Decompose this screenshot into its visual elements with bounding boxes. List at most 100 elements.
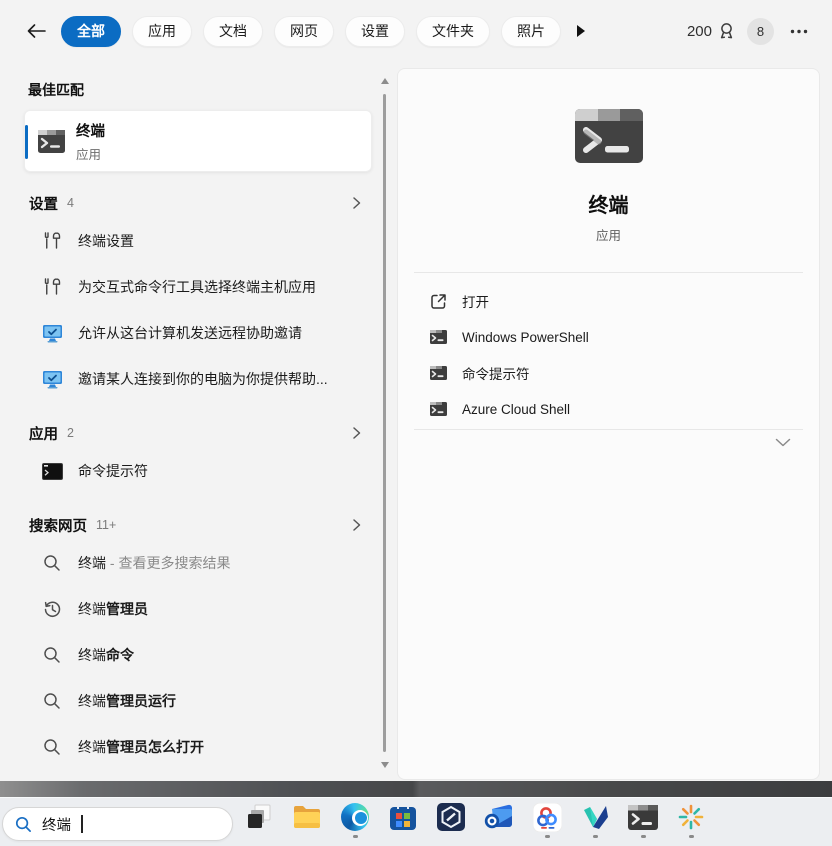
play-triangle-icon bbox=[576, 24, 586, 38]
tab-apps[interactable]: 应用 bbox=[132, 16, 192, 47]
stacked-squares-icon bbox=[244, 802, 274, 832]
text-caret bbox=[81, 815, 83, 833]
search-query-text: 终端 bbox=[42, 814, 71, 835]
result-text: 为交互式命令行工具选择终端主机应用 bbox=[78, 277, 316, 297]
result-remote-assist-allow[interactable]: 允许从这台计算机发送远程协助邀请 bbox=[24, 310, 372, 356]
teal-check-icon bbox=[580, 802, 610, 832]
search-filter-bar: 全部 应用 文档 网页 设置 文件夹 照片 200 8 bbox=[22, 13, 812, 49]
monitor-check-icon bbox=[41, 324, 63, 343]
ellipsis-icon bbox=[790, 29, 808, 34]
taskbar-stacked-squares-app[interactable] bbox=[243, 802, 275, 838]
monitor-check-icon bbox=[41, 370, 63, 389]
section-title: 设置 bbox=[29, 193, 58, 214]
terminal-mini-icon bbox=[429, 402, 447, 416]
section-count: 11+ bbox=[96, 518, 116, 532]
best-match-text: 终端 应用 bbox=[76, 120, 105, 163]
preview-panel: 终端 应用 打开 Windows PowerShell 命令提示符 Azure … bbox=[397, 68, 820, 780]
more-options-button[interactable] bbox=[786, 25, 812, 38]
web-suggestion-command[interactable]: 终端命令 bbox=[24, 632, 372, 678]
running-indicator bbox=[689, 835, 694, 838]
taskbar-windows-terminal[interactable] bbox=[627, 802, 659, 838]
action-azure-cloud-shell[interactable]: Azure Cloud Shell bbox=[414, 391, 803, 427]
result-command-prompt[interactable]: 命令提示符 bbox=[24, 448, 372, 494]
taskbar-hexagon-app[interactable] bbox=[435, 802, 467, 838]
tab-settings[interactable]: 设置 bbox=[345, 16, 405, 47]
scrollbar-thumb[interactable] bbox=[383, 94, 386, 752]
cmd-icon bbox=[41, 463, 63, 480]
best-match-subtitle: 应用 bbox=[76, 144, 105, 163]
results-panel: 最佳匹配 终端 应用 设置 4 终端设置 bbox=[24, 68, 372, 770]
section-header-settings[interactable]: 设置 4 bbox=[24, 188, 372, 218]
topbar-right-group: 200 8 bbox=[687, 18, 812, 45]
more-filters-button[interactable] bbox=[576, 24, 586, 38]
web-suggestion-admin-run[interactable]: 终端管理员运行 bbox=[24, 678, 372, 724]
taskbar-baidu-netdisk[interactable] bbox=[531, 802, 563, 838]
open-external-icon bbox=[429, 293, 447, 310]
action-open[interactable]: 打开 bbox=[414, 283, 803, 319]
tools-icon bbox=[41, 231, 63, 251]
tab-all[interactable]: 全部 bbox=[61, 16, 121, 47]
rewards-points: 200 bbox=[687, 23, 712, 40]
result-terminal-host-setting[interactable]: 为交互式命令行工具选择终端主机应用 bbox=[24, 264, 372, 310]
action-label: Azure Cloud Shell bbox=[462, 402, 570, 417]
result-text: 邀请某人连接到你的电脑为你提供帮助... bbox=[78, 369, 328, 389]
windows-terminal-icon bbox=[628, 802, 658, 832]
outlook-icon bbox=[484, 802, 514, 832]
scroll-up-arrow[interactable] bbox=[381, 78, 389, 84]
suggestion-text: 终端管理员运行 bbox=[78, 691, 176, 711]
result-text: 命令提示符 bbox=[78, 461, 148, 481]
result-terminal-settings[interactable]: 终端设置 bbox=[24, 218, 372, 264]
account-badge[interactable]: 8 bbox=[747, 18, 774, 45]
taskbar-file-explorer[interactable] bbox=[291, 802, 323, 838]
search-icon bbox=[41, 738, 63, 756]
chevron-right-icon bbox=[351, 426, 362, 440]
tab-photos[interactable]: 照片 bbox=[501, 16, 561, 47]
result-remote-assist-invite[interactable]: 邀请某人连接到你的电脑为你提供帮助... bbox=[24, 356, 372, 402]
section-header-apps[interactable]: 应用 2 bbox=[24, 418, 372, 448]
taskbar-search-input[interactable]: 终端 bbox=[2, 807, 233, 841]
rewards-button[interactable]: 200 bbox=[687, 22, 735, 41]
results-scrollbar bbox=[378, 70, 391, 776]
suggestion-text: 终端管理员 bbox=[78, 599, 148, 619]
taskbar-outlook[interactable] bbox=[483, 802, 515, 838]
action-command-prompt[interactable]: 命令提示符 bbox=[414, 355, 803, 391]
web-suggestion-history-admin[interactable]: 终端管理员 bbox=[24, 586, 372, 632]
tab-folders[interactable]: 文件夹 bbox=[416, 16, 490, 47]
badge-count: 8 bbox=[757, 24, 764, 39]
running-indicator bbox=[593, 835, 598, 838]
taskbar-edge[interactable] bbox=[339, 802, 371, 838]
terminal-app-icon bbox=[38, 130, 65, 153]
history-clock-icon bbox=[41, 600, 63, 619]
search-icon bbox=[41, 554, 63, 572]
app-hero: 终端 应用 bbox=[398, 69, 819, 244]
search-icon bbox=[41, 692, 63, 710]
scroll-down-arrow[interactable] bbox=[381, 762, 389, 768]
best-match-title: 终端 bbox=[76, 120, 105, 141]
expand-more-button[interactable] bbox=[775, 438, 791, 447]
suggestion-text: 终端 - 查看更多搜索结果 bbox=[78, 553, 230, 573]
action-label: 命令提示符 bbox=[462, 363, 530, 383]
taskbar-microsoft-store[interactable] bbox=[387, 802, 419, 838]
running-indicator bbox=[641, 835, 646, 838]
back-button[interactable] bbox=[22, 17, 50, 45]
tab-documents[interactable]: 文档 bbox=[203, 16, 263, 47]
section-title: 应用 bbox=[29, 423, 58, 444]
section-header-web-search[interactable]: 搜索网页 11+ bbox=[24, 510, 372, 540]
taskbar-starburst-app[interactable] bbox=[675, 802, 707, 838]
preview-actions: 打开 Windows PowerShell 命令提示符 Azure Cloud … bbox=[398, 273, 819, 429]
taskbar-teal-check-app[interactable] bbox=[579, 802, 611, 838]
web-suggestion-see-more[interactable]: 终端 - 查看更多搜索结果 bbox=[24, 540, 372, 586]
search-icon bbox=[15, 816, 32, 833]
hexagon-app-icon bbox=[436, 802, 466, 832]
section-count: 4 bbox=[67, 196, 74, 210]
tools-icon bbox=[41, 277, 63, 297]
best-match-result-terminal[interactable]: 终端 应用 bbox=[24, 110, 372, 172]
web-suggestion-admin-how-open[interactable]: 终端管理员怎么打开 bbox=[24, 724, 372, 770]
tab-web[interactable]: 网页 bbox=[274, 16, 334, 47]
running-indicator bbox=[545, 835, 550, 838]
result-text: 允许从这台计算机发送远程协助邀请 bbox=[78, 323, 302, 343]
action-label: 打开 bbox=[462, 291, 489, 311]
baidu-netdisk-icon bbox=[532, 802, 562, 832]
action-windows-powershell[interactable]: Windows PowerShell bbox=[414, 319, 803, 355]
result-text: 终端设置 bbox=[78, 231, 134, 251]
